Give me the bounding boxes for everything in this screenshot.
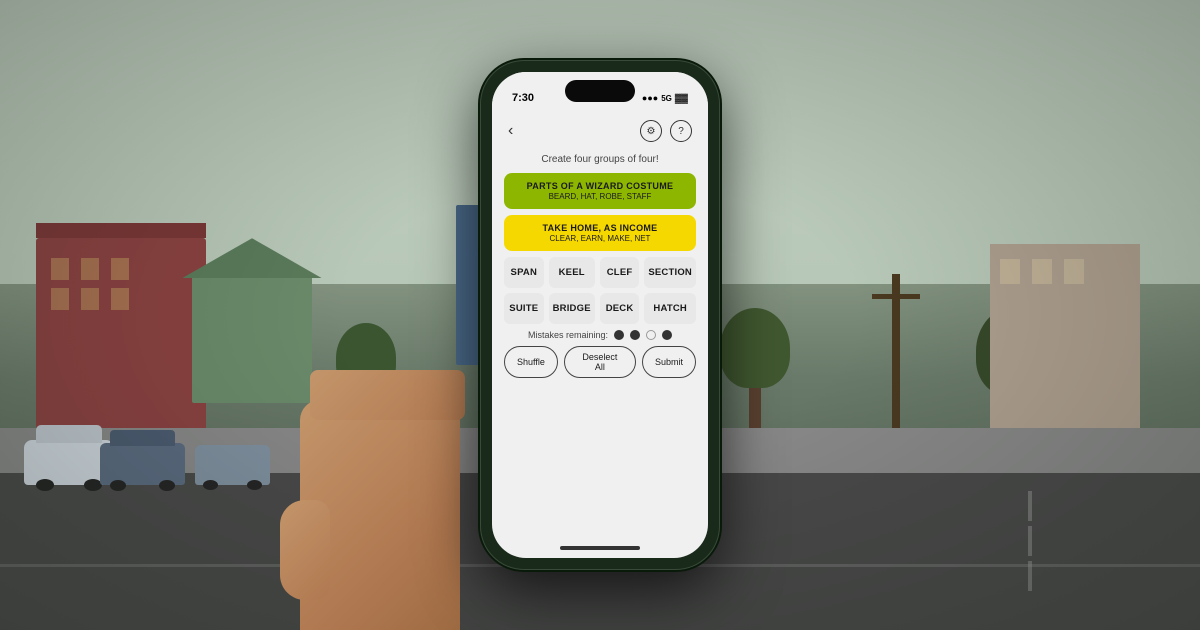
status-time: 7:30	[512, 92, 534, 104]
car-gray-left	[195, 445, 270, 485]
deselect-button[interactable]: Deselect All	[564, 346, 636, 378]
battery-icon: ▓▓	[675, 93, 688, 103]
phone-wrapper: 7:30 ●●● 5G ▓▓ ‹ ⚙ ? Create four groups …	[480, 60, 720, 570]
hand	[280, 280, 500, 630]
solved-group-yellow-title: TAKE HOME, AS INCOME	[516, 223, 684, 233]
phone-screen: 7:30 ●●● 5G ▓▓ ‹ ⚙ ? Create four groups …	[492, 72, 708, 558]
shuffle-button[interactable]: Shuffle	[504, 346, 558, 378]
mistakes-label: Mistakes remaining:	[528, 330, 608, 340]
solved-group-yellow-words: CLEAR, EARN, MAKE, NET	[516, 234, 684, 243]
app-header: ‹ ⚙ ?	[492, 116, 708, 148]
mistake-dot-4	[662, 330, 672, 340]
word-cell-deck[interactable]: DECK	[600, 293, 640, 324]
help-icon[interactable]: ?	[670, 120, 692, 142]
word-grid: SPAN KEEL CLEF SECTION SUITE BRIDGE DECK…	[504, 257, 696, 324]
word-cell-hatch[interactable]: HATCH	[644, 293, 696, 324]
mistake-dot-2	[630, 330, 640, 340]
word-cell-suite[interactable]: SUITE	[504, 293, 544, 324]
solved-group-yellow: TAKE HOME, AS INCOME CLEAR, EARN, MAKE, …	[504, 215, 696, 251]
word-cell-keel[interactable]: KEEL	[549, 257, 595, 288]
solved-group-green-words: BEARD, HAT, ROBE, STAFF	[516, 192, 684, 201]
home-indicator	[492, 538, 708, 558]
tree-center-right	[720, 308, 790, 428]
header-icons: ⚙ ?	[640, 120, 692, 142]
settings-icon[interactable]: ⚙	[640, 120, 662, 142]
status-icons: ●●● 5G ▓▓	[642, 93, 688, 103]
home-bar	[560, 546, 640, 550]
word-cell-section[interactable]: SECTION	[644, 257, 696, 288]
dynamic-island	[565, 80, 635, 102]
word-cell-span[interactable]: SPAN	[504, 257, 544, 288]
app-body: Create four groups of four! PARTS OF A W…	[492, 148, 708, 538]
utility-pole	[892, 274, 900, 454]
mistake-dot-1	[614, 330, 624, 340]
word-cell-bridge[interactable]: BRIDGE	[549, 293, 595, 324]
word-cell-clef[interactable]: CLEF	[600, 257, 640, 288]
action-buttons: Shuffle Deselect All Submit	[504, 346, 696, 378]
building-left	[36, 238, 206, 428]
phone-device: 7:30 ●●● 5G ▓▓ ‹ ⚙ ? Create four groups …	[480, 60, 720, 570]
solved-group-green: PARTS OF A WIZARD COSTUME BEARD, HAT, RO…	[504, 173, 696, 209]
car-dark-left	[100, 443, 185, 485]
instruction-text: Create four groups of four!	[504, 152, 696, 167]
mistakes-row: Mistakes remaining:	[504, 330, 696, 340]
mistake-dot-3	[646, 330, 656, 340]
solved-group-green-title: PARTS OF A WIZARD COSTUME	[516, 181, 684, 191]
building-right	[990, 244, 1140, 454]
signal-icon: ●●●	[642, 93, 658, 103]
back-button[interactable]: ‹	[508, 122, 513, 140]
submit-button[interactable]: Submit	[642, 346, 696, 378]
network-icon: 5G	[661, 94, 672, 103]
